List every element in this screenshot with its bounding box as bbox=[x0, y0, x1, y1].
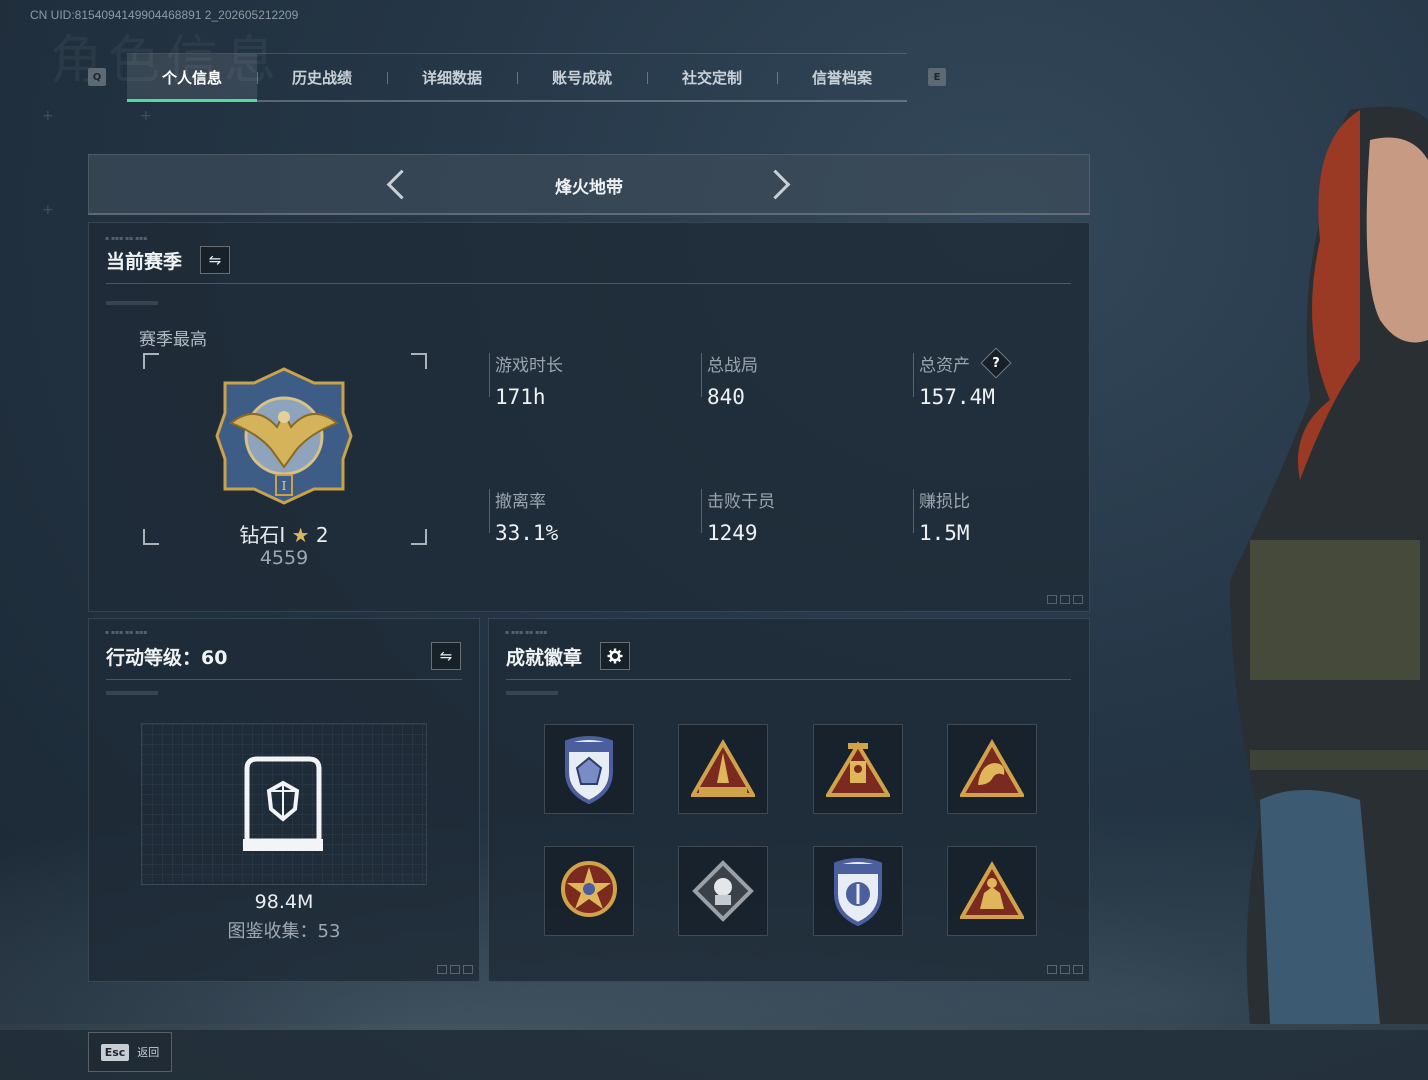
frame-corner bbox=[143, 353, 159, 369]
season-best-label: 赛季最高 bbox=[139, 330, 207, 350]
stat-separator bbox=[913, 353, 914, 397]
rose-diamond-badge-icon bbox=[692, 860, 754, 922]
beast-triangle-badge-icon bbox=[960, 861, 1024, 919]
tab-bar: 个人信息 历史战绩 详细数据 账号成就 社交定制 信誉档案 bbox=[127, 53, 907, 102]
shield-star-badge-icon bbox=[565, 736, 613, 804]
achievement-badges-panel: ▪ ▪▪▪ ▪▪ ▪▪▪ 成就徽章 bbox=[488, 618, 1090, 982]
back-label: 返回 bbox=[137, 1046, 160, 1059]
gear-icon bbox=[607, 648, 623, 664]
badge-rocket-triangle[interactable] bbox=[678, 724, 768, 814]
decor-microtext: ▪ ▪▪▪ ▪▪ ▪▪▪ bbox=[505, 629, 548, 636]
badge-beast-triangle[interactable] bbox=[947, 846, 1037, 936]
tab-personal-info[interactable]: 个人信息 bbox=[127, 54, 257, 102]
decor-microtext: ▪ ▪▪▪ ▪▪ ▪▪▪ bbox=[105, 629, 148, 636]
stat-separator bbox=[701, 489, 702, 533]
decor-microtext: ▪ ▪▪▪ ▪▪ ▪▪▪ bbox=[105, 235, 148, 242]
rocket-triangle-badge-icon bbox=[691, 739, 755, 797]
season-switch-button[interactable]: ⇋ bbox=[200, 246, 230, 274]
tower-triangle-badge-icon bbox=[826, 741, 890, 797]
crosshair-decor: + bbox=[42, 202, 54, 218]
next-tab-key-hint[interactable]: E bbox=[928, 68, 946, 86]
level-switch-button[interactable]: ⇋ bbox=[431, 642, 461, 670]
bottom-bar bbox=[0, 1024, 1428, 1080]
decor-dots bbox=[437, 965, 473, 974]
season-title: 当前赛季 bbox=[106, 251, 183, 273]
crosshair-decor: + bbox=[140, 108, 152, 124]
stat-matches-value: 840 bbox=[707, 385, 745, 409]
stat-playtime-label: 游戏时长 bbox=[495, 356, 563, 376]
badge-compass-star[interactable] bbox=[544, 846, 634, 936]
badge-rose-diamond[interactable] bbox=[678, 846, 768, 936]
badge-tower-triangle[interactable] bbox=[813, 724, 903, 814]
rank-line: 钻石I ★ 2 bbox=[89, 519, 479, 548]
shield-emblem-badge-icon bbox=[834, 858, 882, 926]
back-button[interactable]: Esc 返回 bbox=[88, 1032, 172, 1072]
stat-matches-label: 总战局 bbox=[707, 356, 758, 376]
diamond-rank-emblem-icon: I bbox=[215, 367, 353, 505]
crosshair-decor: + bbox=[42, 108, 54, 124]
tab-history[interactable]: 历史战绩 bbox=[257, 54, 387, 100]
badges-settings-button[interactable] bbox=[600, 642, 630, 670]
stat-kills-value: 1249 bbox=[707, 521, 758, 545]
collection-display-case-icon bbox=[243, 756, 323, 851]
tab-social-custom[interactable]: 社交定制 bbox=[647, 54, 777, 100]
uid-text: CN UID:8154094149904468891 2_20260521220… bbox=[30, 8, 299, 22]
decor-bar bbox=[506, 691, 558, 695]
svg-text:I: I bbox=[282, 479, 287, 493]
action-level-title: 行动等级：60 bbox=[106, 647, 228, 669]
compass-star-badge-icon bbox=[561, 861, 617, 917]
rank-name: 钻石I bbox=[239, 523, 286, 547]
frame-corner bbox=[411, 353, 427, 369]
character-portrait bbox=[1230, 106, 1428, 1024]
stat-profit-ratio-label: 赚损比 bbox=[919, 492, 970, 512]
mode-switcher: 烽火地带 bbox=[88, 154, 1090, 215]
divider bbox=[506, 679, 1071, 680]
badge-shield-star[interactable] bbox=[544, 724, 634, 814]
collection-count: 图鉴收集：53 bbox=[227, 921, 341, 942]
stat-assets-label: 总资产 bbox=[919, 356, 970, 376]
stat-extract-rate-label: 撤离率 bbox=[495, 492, 546, 512]
stat-profit-ratio-value: 1.5M bbox=[919, 521, 970, 545]
divider bbox=[106, 283, 1071, 284]
stat-assets-value: 157.4M bbox=[919, 385, 995, 409]
stat-separator bbox=[913, 489, 914, 533]
badges-title: 成就徽章 bbox=[506, 647, 583, 669]
stat-separator bbox=[701, 353, 702, 397]
stat-playtime-value: 171h bbox=[495, 385, 546, 409]
tab-detailed-data[interactable]: 详细数据 bbox=[387, 54, 517, 100]
esc-key-hint: Esc bbox=[100, 1043, 130, 1061]
decor-bar bbox=[106, 301, 158, 305]
decor-bar bbox=[106, 691, 158, 695]
current-season-panel: ▪ ▪▪▪ ▪▪ ▪▪▪ 当前赛季 ⇋ 赛季最高 I 钻石I ★ 2 4559 … bbox=[88, 222, 1090, 612]
badge-dragon-triangle[interactable] bbox=[947, 724, 1037, 814]
rank-stars: 2 bbox=[315, 523, 329, 547]
stat-separator bbox=[489, 489, 490, 533]
decor-dots bbox=[1047, 595, 1083, 604]
action-level-panel: ▪ ▪▪▪ ▪▪ ▪▪▪ 行动等级：60 ⇋ 98.4M 图鉴收集：53 bbox=[88, 618, 480, 982]
switch-icon: ⇋ bbox=[208, 251, 222, 269]
stat-kills-label: 击败干员 bbox=[707, 492, 775, 512]
badge-shield-emblem[interactable] bbox=[813, 846, 903, 936]
switch-icon: ⇋ bbox=[439, 647, 453, 665]
prev-tab-key-hint[interactable]: Q bbox=[88, 68, 106, 86]
stat-extract-rate-value: 33.1% bbox=[495, 521, 559, 545]
tab-reputation[interactable]: 信誉档案 bbox=[777, 54, 907, 100]
tab-achievements[interactable]: 账号成就 bbox=[517, 54, 647, 100]
mode-title: 烽火地带 bbox=[555, 178, 623, 198]
decor-dots bbox=[1047, 965, 1083, 974]
collection-value: 98.4M bbox=[254, 891, 314, 913]
dragon-triangle-badge-icon bbox=[960, 739, 1024, 797]
help-icon[interactable]: ? bbox=[980, 347, 1012, 379]
star-icon: ★ bbox=[291, 523, 310, 547]
divider bbox=[106, 679, 462, 680]
stat-separator bbox=[489, 353, 490, 397]
rank-score: 4559 bbox=[259, 547, 309, 569]
